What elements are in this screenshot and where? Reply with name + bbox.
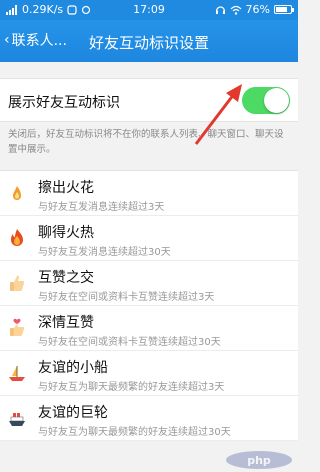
battery-icon	[274, 5, 294, 14]
badge-list: 擦出火花 与好友互发消息连续超过3天 聊得火热 与好友互发消息连续超过30天 互…	[0, 170, 298, 441]
item-title: 深情互赞	[38, 315, 94, 331]
setting-description: 关闭后，好友互动标识将不在你的联系人列表、聊天窗口、聊天设置中展示。	[8, 129, 284, 155]
nav-bar: ‹ 联系人... 好友互动标识设置	[0, 20, 298, 62]
small-flame-icon	[13, 186, 21, 200]
toggle-knob	[264, 88, 289, 113]
list-item: 友谊的小船 与好友互为聊天最频繁的好友连续超过3天	[0, 351, 298, 396]
big-flame-icon	[11, 229, 23, 246]
item-title: 互赞之交	[38, 270, 94, 286]
wifi-icon	[230, 5, 241, 15]
item-title: 友谊的巨轮	[38, 405, 108, 421]
item-title: 擦出火花	[38, 180, 94, 196]
item-subtitle: 与好友在空间或资料卡互赞连续超过30天	[38, 337, 221, 348]
item-title: 友谊的小船	[38, 360, 108, 376]
thumbs-up-icon	[10, 275, 25, 291]
list-item: 聊得火热 与好友互发消息连续超过30天	[0, 216, 298, 261]
toggle-label: 展示好友互动标识	[8, 95, 120, 111]
headset-icon	[215, 6, 225, 14]
big-ship-icon	[9, 413, 25, 426]
list-item: 互赞之交 与好友在空间或资料卡互赞连续超过3天	[0, 261, 298, 306]
item-subtitle: 与好友互为聊天最频繁的好友连续超过30天	[38, 427, 231, 438]
svg-text:php: php	[247, 454, 271, 467]
item-subtitle: 与好友互发消息连续超过3天	[38, 202, 165, 213]
status-bar: 0.29K/s 17:09 76%	[0, 0, 298, 20]
page-title: 好友互动标识设置	[88, 34, 209, 52]
item-subtitle: 与好友互发消息连续超过30天	[38, 247, 171, 258]
list-item: 擦出火花 与好友互发消息连续超过3天	[0, 171, 298, 216]
heart-thumbs-up-icon	[10, 318, 25, 336]
item-subtitle: 与好友互为聊天最频繁的好友连续超过3天	[38, 382, 225, 393]
item-subtitle: 与好友在空间或资料卡互赞连续超过3天	[38, 292, 215, 303]
item-title: 聊得火热	[38, 225, 94, 241]
battery-percent: 76%	[245, 3, 270, 16]
php-logo-icon: php	[226, 451, 292, 469]
list-item: 深情互赞 与好友在空间或资料卡互赞连续超过30天	[0, 306, 298, 351]
small-boat-icon	[9, 366, 25, 381]
status-right: 76%	[215, 3, 294, 16]
interaction-badge-setting: 展示好友互动标识	[0, 78, 298, 122]
list-item: 友谊的巨轮 与好友互为聊天最频繁的好友连续超过30天	[0, 396, 298, 441]
